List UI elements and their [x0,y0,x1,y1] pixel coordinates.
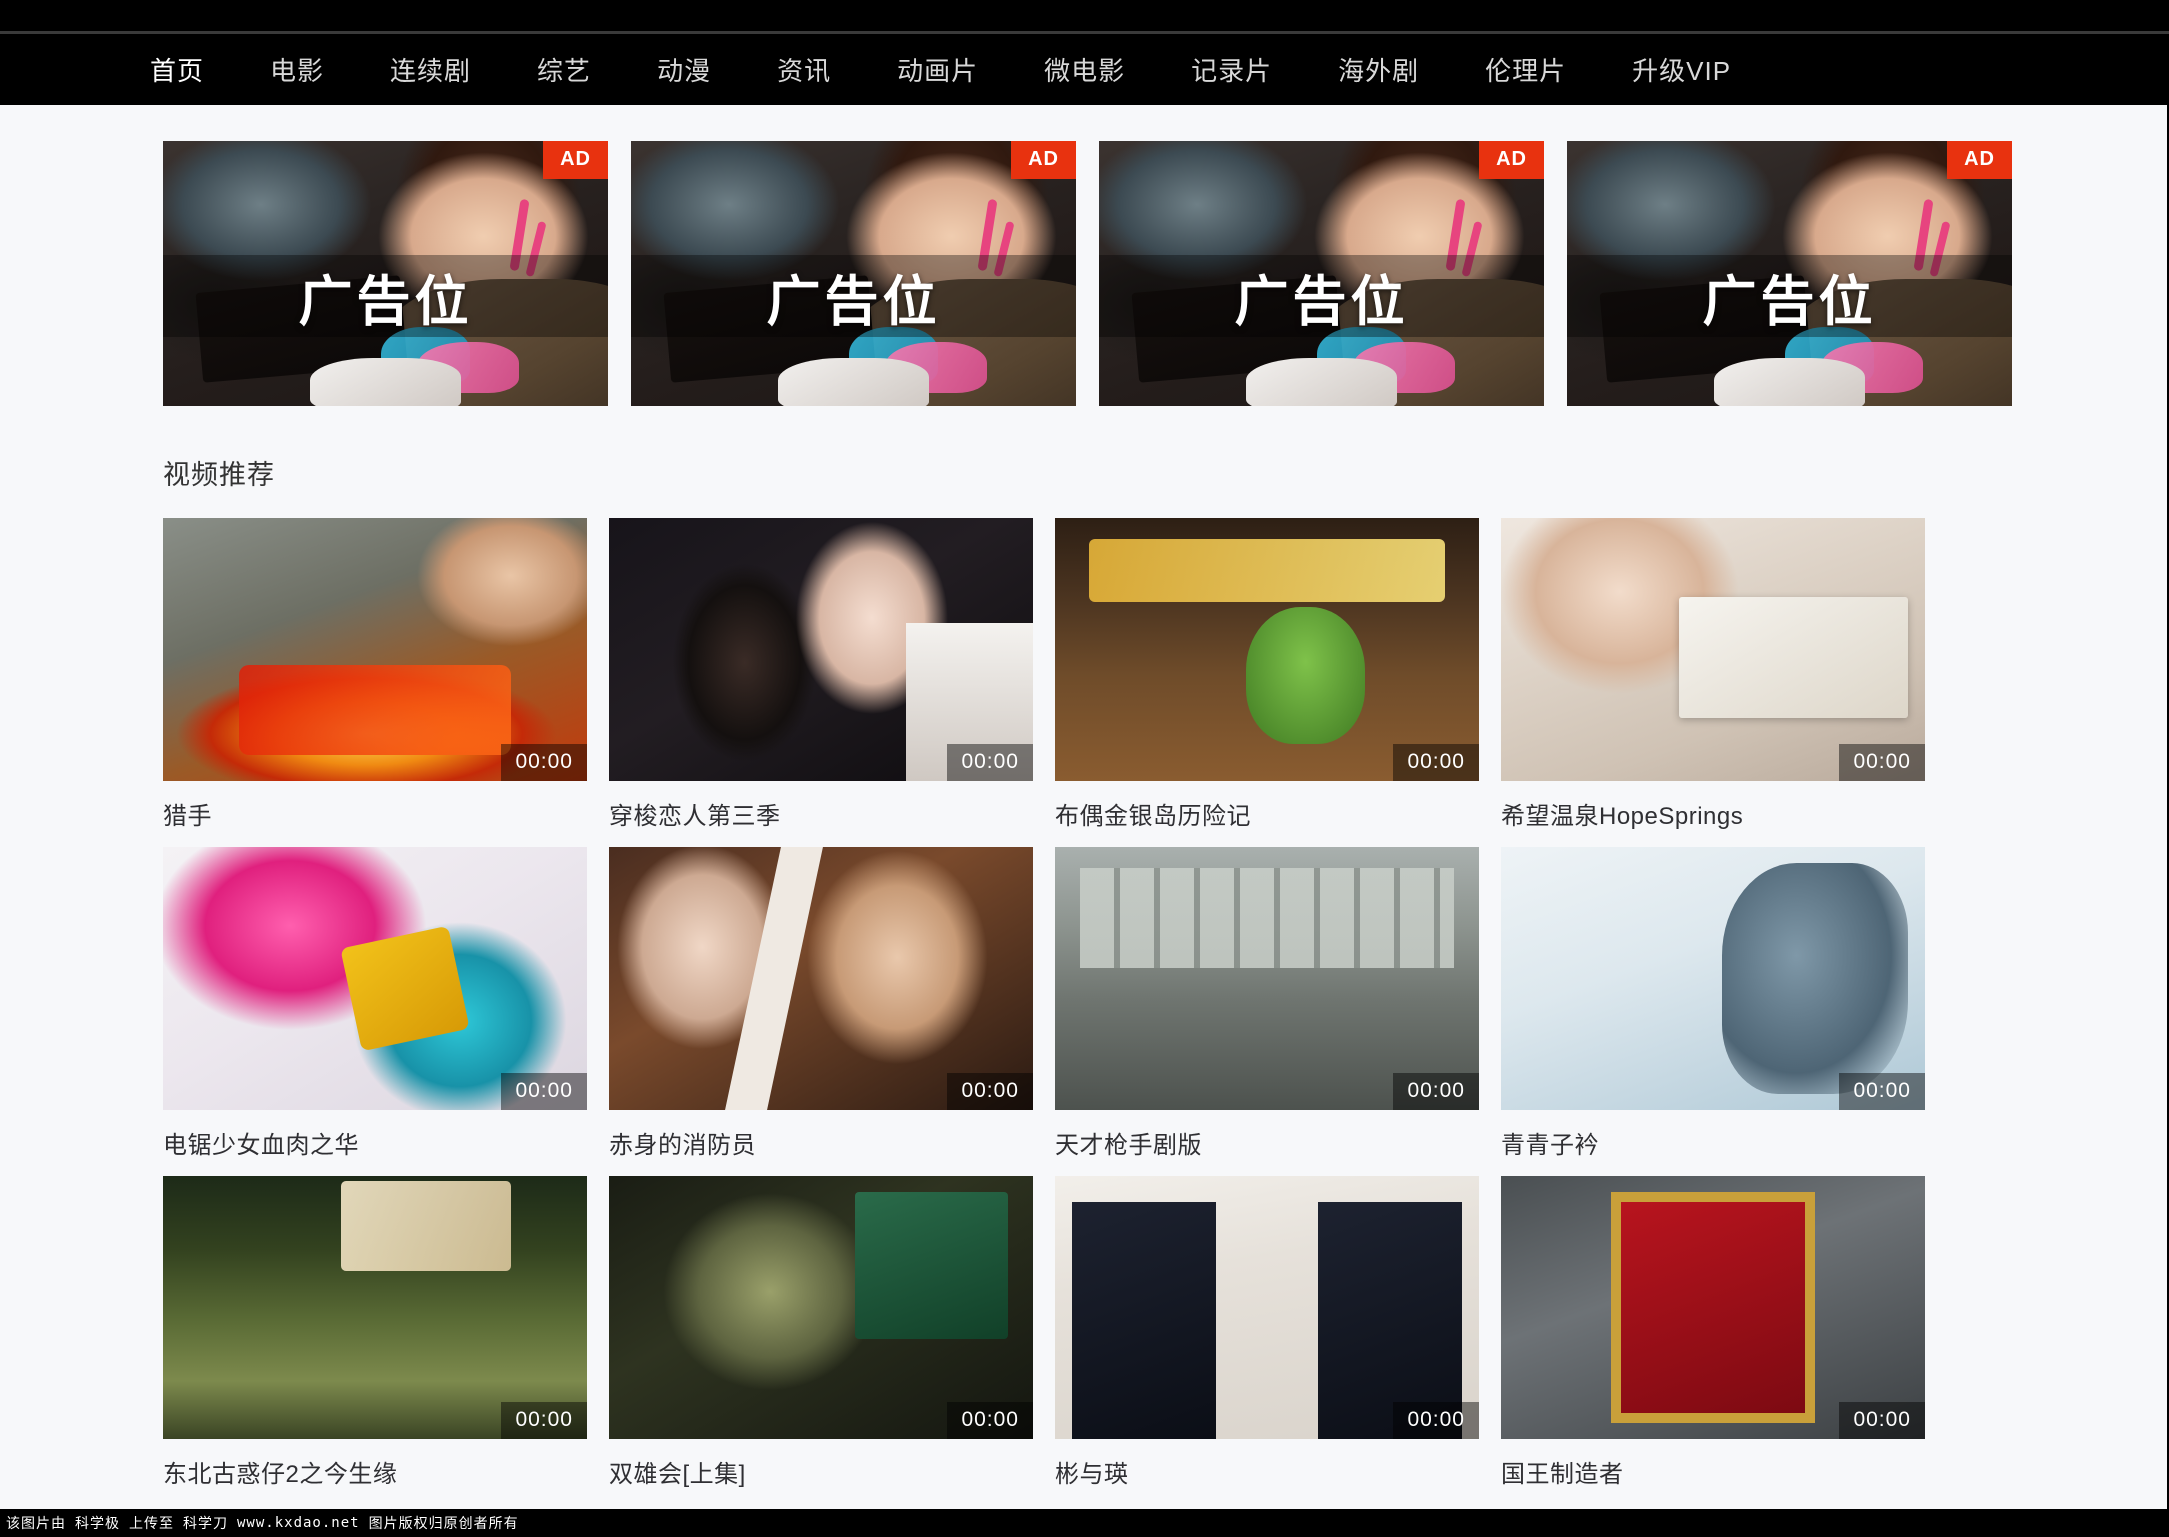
nav-item-11[interactable]: 升级VIP [1632,51,1731,88]
poster-image [163,518,587,781]
duration-badge: 00:00 [501,1402,587,1439]
footer-site-url: www.kxdao.net [237,1515,360,1531]
duration-badge: 00:00 [947,1073,1033,1110]
ad-caption: 广告位 [298,271,473,332]
duration-badge: 00:00 [1393,1402,1479,1439]
poster-image [1501,1176,1925,1439]
video-thumbnail[interactable]: 00:00 [1501,847,1925,1110]
ad-banner-row: 广告位 AD 广告位 AD 广告位 AD 广告位 AD [0,105,2167,406]
nav-item-3[interactable]: 综艺 [537,51,591,88]
video-title[interactable]: 国王制造者 [1501,1454,1925,1489]
footer-text-1: 该图片由 [6,1516,66,1532]
nav-item-2[interactable]: 连续剧 [390,51,471,88]
duration-badge: 00:00 [1839,1073,1925,1110]
page-root: 首页 电影 连续剧 综艺 动漫 资讯 动画片 微电影 记录片 海外剧 伦理片 升级VIP 广告位 AD 广… [0,0,2169,1537]
video-thumbnail[interactable]: 00:00 [1501,518,1925,781]
video-title[interactable]: 布偶金银岛历险记 [1055,796,1479,831]
video-thumbnail[interactable]: 00:00 [609,518,1033,781]
duration-badge: 00:00 [947,744,1033,781]
video-thumbnail[interactable]: 00:00 [1055,518,1479,781]
nav-item-5[interactable]: 资讯 [777,51,831,88]
video-title[interactable]: 赤身的消防员 [609,1125,1033,1160]
poster-image [1501,847,1925,1110]
video-card[interactable]: 00:00 电锯少女血肉之华 [163,847,587,1160]
poster-image [163,847,587,1110]
poster-image [1501,518,1925,781]
video-thumbnail[interactable]: 00:00 [1055,1176,1479,1439]
ad-badge: AD [1479,141,1544,179]
nav-item-9[interactable]: 海外剧 [1338,51,1419,88]
poster-image [1055,847,1479,1110]
video-thumbnail[interactable]: 00:00 [609,847,1033,1110]
video-title[interactable]: 穿梭恋人第三季 [609,796,1033,831]
poster-image [163,1176,587,1439]
video-thumbnail[interactable]: 00:00 [1501,1176,1925,1439]
video-card[interactable]: 00:00 猎手 [163,518,587,831]
nav-item-6[interactable]: 动画片 [897,51,978,88]
nav-item-8[interactable]: 记录片 [1191,51,1272,88]
nav-item-10[interactable]: 伦理片 [1485,51,1566,88]
ad-badge: AD [1011,141,1076,179]
video-card[interactable]: 00:00 双雄会[上集] [609,1176,1033,1489]
poster-image [609,1176,1033,1439]
footer-uploader: 科学极 [75,1516,120,1532]
video-thumbnail[interactable]: 00:00 [163,518,587,781]
poster-image [1055,518,1479,781]
video-thumbnail[interactable]: 00:00 [609,1176,1033,1439]
nav-item-4[interactable]: 动漫 [657,51,711,88]
duration-badge: 00:00 [1839,744,1925,781]
page-content: 广告位 AD 广告位 AD 广告位 AD 广告位 AD 视频推荐 00:00 猎手 00:00 穿梭… [0,105,2167,1509]
ad-banner-2[interactable]: 广告位 AD [1099,141,1544,406]
footer-text-2: 上传至 [129,1516,174,1532]
poster-image [609,847,1033,1110]
video-title[interactable]: 希望温泉HopeSprings [1501,796,1925,831]
ad-badge: AD [543,141,608,179]
video-card[interactable]: 00:00 天才枪手剧版 [1055,847,1479,1160]
video-card[interactable]: 00:00 赤身的消防员 [609,847,1033,1160]
ad-banner-3[interactable]: 广告位 AD [1567,141,2012,406]
video-card[interactable]: 00:00 布偶金银岛历险记 [1055,518,1479,831]
video-title[interactable]: 东北古惑仔2之今生缘 [163,1454,587,1489]
footer-copyright: 图片版权归原创者所有 [368,1516,519,1532]
site-navigation: 首页 电影 连续剧 综艺 动漫 资讯 动画片 微电影 记录片 海外剧 伦理片 升级VIP [0,34,2169,105]
duration-badge: 00:00 [947,1402,1033,1439]
video-card[interactable]: 00:00 希望温泉HopeSprings [1501,518,1925,831]
video-card[interactable]: 00:00 穿梭恋人第三季 [609,518,1033,831]
section-title-video-recommend: 视频推荐 [163,460,275,490]
browser-top-band [0,0,2169,31]
nav-item-7[interactable]: 微电影 [1044,51,1125,88]
video-card[interactable]: 00:00 国王制造者 [1501,1176,1925,1489]
ad-caption: 广告位 [1702,271,1877,332]
poster-image [609,518,1033,781]
ad-banner-1[interactable]: 广告位 AD [631,141,1076,406]
video-title[interactable]: 青青子衿 [1501,1125,1925,1160]
video-thumbnail[interactable]: 00:00 [163,847,587,1110]
duration-badge: 00:00 [1393,744,1479,781]
ad-caption: 广告位 [766,271,941,332]
video-title[interactable]: 天才枪手剧版 [1055,1125,1479,1160]
ad-badge: AD [1947,141,2012,179]
nav-items-container: 首页 电影 连续剧 综艺 动漫 资讯 动画片 微电影 记录片 海外剧 伦理片 升级VIP [150,51,1797,88]
video-thumbnail[interactable]: 00:00 [163,1176,587,1439]
ad-caption: 广告位 [1234,271,1409,332]
nav-item-0[interactable]: 首页 [150,51,204,88]
video-grid: 00:00 猎手 00:00 穿梭恋人第三季 00:00 布偶金银岛历险记 00:00 希望温… [163,518,2167,1489]
video-title[interactable]: 彬与瑛 [1055,1454,1479,1489]
duration-badge: 00:00 [1393,1073,1479,1110]
video-title[interactable]: 双雄会[上集] [609,1454,1033,1489]
video-title[interactable]: 猎手 [163,796,587,831]
duration-badge: 00:00 [501,1073,587,1110]
video-card[interactable]: 00:00 彬与瑛 [1055,1176,1479,1489]
nav-item-1[interactable]: 电影 [270,51,324,88]
footer-attribution: 该图片由 科学极 上传至 科学刀 www.kxdao.net 图片版权归原创者所… [0,1509,2169,1537]
duration-badge: 00:00 [1839,1402,1925,1439]
ad-banner-0[interactable]: 广告位 AD [163,141,608,406]
video-thumbnail[interactable]: 00:00 [1055,847,1479,1110]
duration-badge: 00:00 [501,744,587,781]
video-card[interactable]: 00:00 青青子衿 [1501,847,1925,1160]
poster-image [1055,1176,1479,1439]
footer-site-name: 科学刀 [183,1516,228,1532]
video-card[interactable]: 00:00 东北古惑仔2之今生缘 [163,1176,587,1489]
video-title[interactable]: 电锯少女血肉之华 [163,1125,587,1160]
